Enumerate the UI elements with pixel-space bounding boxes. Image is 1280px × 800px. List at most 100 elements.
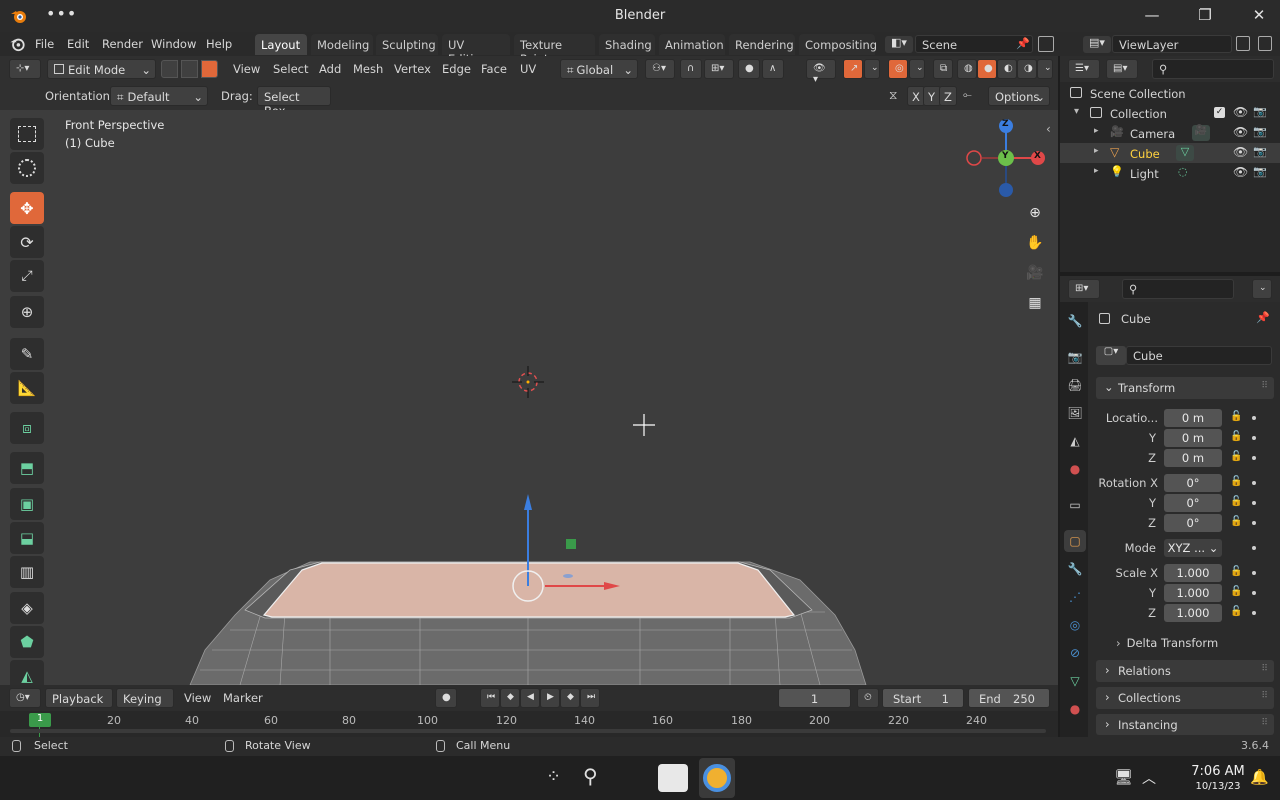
properties-editor-type-button[interactable]: ⊞▾ bbox=[1068, 279, 1100, 299]
output-tab-icon[interactable]: 🖨 bbox=[1064, 374, 1086, 396]
lock-icon[interactable]: 🔓 bbox=[1230, 496, 1242, 507]
drag-handle-icon[interactable]: ⠿ bbox=[1261, 718, 1268, 728]
add-cube-tool[interactable]: ⧈ bbox=[10, 412, 44, 444]
keyframe-dot-icon[interactable] bbox=[1252, 481, 1256, 485]
menu-add[interactable]: Add bbox=[319, 62, 341, 76]
scene-tab-icon[interactable]: ◭ bbox=[1064, 430, 1086, 452]
lock-icon[interactable]: 🔓 bbox=[1230, 411, 1242, 422]
end-frame-field[interactable]: End 250 bbox=[968, 688, 1050, 708]
keying-menu[interactable]: Keying ⌄ bbox=[116, 688, 174, 720]
location-x-field[interactable]: 0 m bbox=[1164, 409, 1222, 427]
outliner-display-mode-button[interactable]: ▤▾ bbox=[1106, 59, 1138, 79]
timeline[interactable]: 1 20 40 60 80 100 120 140 160 180 200 22… bbox=[0, 711, 1058, 737]
keyframe-dot-icon[interactable] bbox=[1252, 591, 1256, 595]
outliner-scene-collection[interactable]: Scene Collection bbox=[1060, 83, 1280, 103]
move-tool[interactable]: ✥ bbox=[10, 192, 44, 224]
keyframe-dot-icon[interactable] bbox=[1252, 571, 1256, 575]
collection-tab-icon[interactable]: ▭ bbox=[1064, 494, 1086, 516]
menu-select[interactable]: Select bbox=[273, 62, 308, 76]
falloff-button[interactable]: ∧ bbox=[762, 59, 784, 79]
new-view-layer-icon[interactable] bbox=[1236, 36, 1250, 51]
select-box-tool[interactable] bbox=[10, 118, 44, 150]
outliner-item-cube[interactable]: ▸ ▽ Cube ▽ 👁 📷 bbox=[1060, 143, 1280, 163]
next-keyframe-icon[interactable]: ◆ bbox=[560, 688, 580, 708]
tool-tab-icon[interactable]: 🔧 bbox=[1064, 310, 1086, 332]
chrome-app-icon[interactable] bbox=[699, 758, 735, 798]
camera-render-icon[interactable]: 📷 bbox=[1253, 105, 1267, 118]
properties-search-input[interactable]: ⚲ bbox=[1122, 279, 1234, 299]
annotate-tool[interactable]: ✎ bbox=[10, 338, 44, 370]
outliner-search-input[interactable]: ⚲ bbox=[1152, 59, 1274, 79]
menu-edit[interactable]: Edit bbox=[67, 37, 89, 51]
menu-render[interactable]: Render bbox=[102, 37, 143, 51]
visibility-button[interactable]: 👁▾ bbox=[806, 59, 836, 85]
tab-uv-editing[interactable]: UV Editing bbox=[442, 34, 510, 66]
notification-bell-icon[interactable]: 🔔 bbox=[1250, 768, 1269, 786]
menu-face[interactable]: Face bbox=[481, 62, 507, 76]
store-app-icon[interactable] bbox=[658, 764, 688, 792]
tab-rendering[interactable]: Rendering bbox=[729, 34, 795, 55]
keyframe-dot-icon[interactable] bbox=[1252, 501, 1256, 505]
object-browse-button[interactable]: ▢▾ bbox=[1096, 346, 1126, 365]
lock-icon[interactable]: 🔓 bbox=[1230, 476, 1242, 487]
3d-viewport[interactable]: Z X Y Front Perspective (1) Cube ✥ ⟳ ⤢ ⊕… bbox=[0, 110, 1058, 685]
gizmo-toggle-button[interactable]: ↗ bbox=[843, 59, 863, 79]
solid-shading-button[interactable]: ● bbox=[977, 59, 997, 79]
relations-panel-header[interactable]: › Relations ⠿ bbox=[1096, 660, 1274, 682]
rotation-x-field[interactable]: 0° bbox=[1164, 474, 1222, 492]
jump-end-icon[interactable]: ⏭ bbox=[580, 688, 600, 708]
mirror-icon[interactable]: ⧖ bbox=[889, 88, 897, 103]
expand-arrow-icon[interactable]: ▸ bbox=[1094, 126, 1099, 136]
extrude-tool[interactable]: ⬒ bbox=[10, 452, 44, 484]
menu-window[interactable]: Window bbox=[151, 37, 196, 51]
editor-type-button[interactable]: ⊹▾ bbox=[9, 59, 41, 79]
perspective-grid-icon[interactable]: ▦ bbox=[1022, 290, 1048, 316]
tab-modeling[interactable]: Modeling bbox=[311, 34, 373, 55]
camera-render-icon[interactable]: 📷 bbox=[1253, 125, 1267, 138]
scene-icon[interactable]: ◧▾ bbox=[885, 36, 913, 53]
keyframe-dot-icon[interactable] bbox=[1252, 546, 1256, 550]
timeline-marker-menu[interactable]: Marker bbox=[223, 691, 263, 705]
material-tab-icon[interactable]: ● bbox=[1064, 698, 1086, 720]
expand-arrow-icon[interactable]: ▾ bbox=[1074, 106, 1079, 117]
rotation-y-field[interactable]: 0° bbox=[1164, 494, 1222, 512]
new-scene-icon[interactable] bbox=[1038, 36, 1054, 52]
camera-render-icon[interactable]: 📷 bbox=[1253, 165, 1267, 178]
prev-keyframe-icon[interactable]: ◆ bbox=[500, 688, 520, 708]
options-dropdown[interactable]: Options ⌄ bbox=[988, 86, 1050, 106]
start-frame-field[interactable]: Start 1 bbox=[882, 688, 964, 708]
lock-icon[interactable]: 🔓 bbox=[1230, 431, 1242, 442]
app-switcher-icon[interactable]: ⁘ bbox=[546, 766, 561, 787]
gizmo-plane-handle[interactable] bbox=[566, 539, 576, 549]
lock-icon[interactable]: 🔓 bbox=[1230, 451, 1242, 462]
expand-arrow-icon[interactable]: ▸ bbox=[1094, 166, 1099, 176]
auto-merge-icon[interactable]: ⟜ bbox=[963, 88, 972, 102]
vertex-select-button[interactable] bbox=[161, 60, 178, 78]
eye-icon[interactable]: 👁 bbox=[1233, 165, 1248, 179]
tab-texture-paint[interactable]: Texture Paint bbox=[514, 34, 595, 66]
object-tab-icon[interactable]: ▢ bbox=[1064, 530, 1086, 552]
collections-panel-header[interactable]: › Collections ⠿ bbox=[1096, 687, 1274, 709]
inset-tool[interactable]: ▣ bbox=[10, 488, 44, 520]
display-icon[interactable]: 🖥 bbox=[1114, 768, 1133, 786]
location-z-field[interactable]: 0 m bbox=[1164, 449, 1222, 467]
mirror-z-button[interactable]: Z bbox=[939, 86, 957, 106]
scale-z-field[interactable]: 1.000 bbox=[1164, 604, 1222, 622]
transform-orientation-dropdown[interactable]: ⌗ Global ⌄ bbox=[560, 59, 638, 79]
material-shading-button[interactable]: ◐ bbox=[997, 59, 1017, 79]
lock-icon[interactable]: 🔓 bbox=[1230, 516, 1242, 527]
lock-icon[interactable]: 🔓 bbox=[1230, 606, 1242, 617]
expand-arrow-icon[interactable]: ▸ bbox=[1094, 146, 1099, 156]
physics-tab-icon[interactable]: ◎ bbox=[1064, 614, 1086, 636]
drag-dropdown[interactable]: Select Box⌄ bbox=[257, 86, 331, 118]
orientation-dropdown[interactable]: ⌗ Default ⌄ bbox=[110, 86, 208, 106]
pivot-point-button[interactable]: ⚇▾ bbox=[645, 59, 675, 79]
rendered-shading-button[interactable]: ◑ bbox=[1017, 59, 1037, 79]
delta-transform-subpanel[interactable]: › Delta Transform bbox=[1116, 636, 1218, 650]
edge-select-button[interactable] bbox=[181, 60, 198, 78]
overlay-toggle-button[interactable]: ◎ bbox=[888, 59, 908, 79]
rotation-mode-dropdown[interactable]: XYZ ... ⌄ bbox=[1164, 539, 1222, 557]
scale-x-field[interactable]: 1.000 bbox=[1164, 564, 1222, 582]
measure-tool[interactable]: 📐 bbox=[10, 372, 44, 404]
tab-animation[interactable]: Animation bbox=[659, 34, 725, 55]
